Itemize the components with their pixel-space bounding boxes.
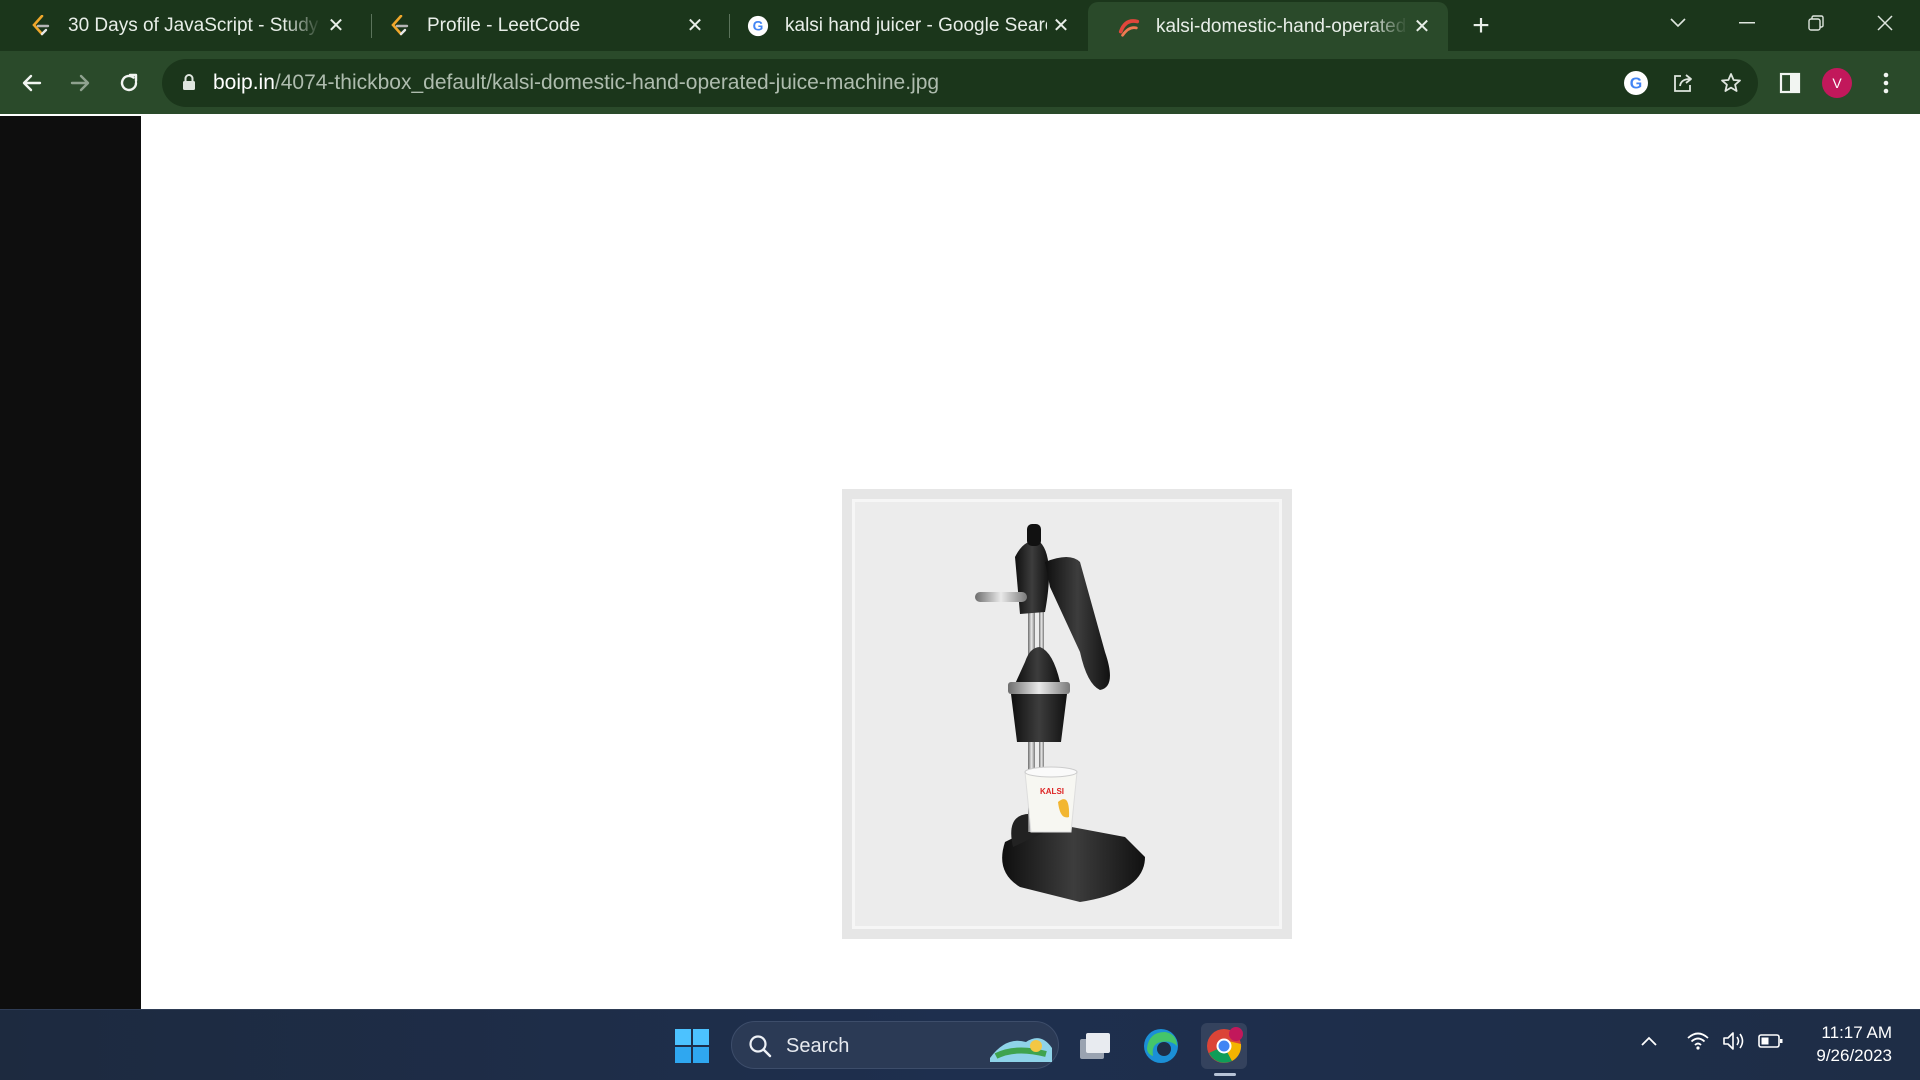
show-hidden-icons-button[interactable] <box>1640 1034 1658 1052</box>
chevron-down-icon <box>1670 18 1686 28</box>
url-path: /4074-thickbox_default/kalsi-domestic-ha… <box>274 71 940 94</box>
close-icon[interactable]: ✕ <box>1408 13 1436 41</box>
leetcode-icon <box>389 14 411 37</box>
new-tab-button[interactable]: + <box>1464 9 1498 43</box>
volume-icon <box>1723 1032 1744 1050</box>
close-icon <box>1877 15 1893 31</box>
star-icon <box>1721 73 1741 92</box>
task-view-icon <box>1080 1033 1110 1059</box>
juicer-illustration: KALSI <box>975 524 1145 902</box>
forward-button[interactable] <box>62 65 98 101</box>
avatar-initial: V <box>1832 75 1842 91</box>
product-image[interactable]: KALSI <box>842 489 1292 939</box>
url-host: boip.in <box>213 71 275 94</box>
profile-button[interactable]: V <box>1819 65 1855 101</box>
lock-icon[interactable] <box>182 73 196 96</box>
edge-icon <box>1144 1029 1178 1063</box>
tab-title: kalsi-domestic-hand-operated-juice-machi… <box>1156 15 1408 37</box>
google-icon: G <box>747 15 769 37</box>
page-content: KALSI <box>0 116 1920 1009</box>
share-icon <box>1674 74 1692 92</box>
active-app-indicator <box>1214 1073 1236 1076</box>
clock-time: 11:17 AM <box>1821 1023 1892 1042</box>
address-bar[interactable]: boip.in/4074-thickbox_default/kalsi-dome… <box>162 59 1758 107</box>
search-icon <box>749 1035 772 1058</box>
close-window-button[interactable] <box>1851 0 1919 46</box>
browser-toolbar: boip.in/4074-thickbox_default/kalsi-dome… <box>0 51 1920 167</box>
search-label: Search <box>786 1035 850 1057</box>
close-icon[interactable]: ✕ <box>1047 12 1075 40</box>
chevron-up-icon <box>1641 1036 1657 1046</box>
svg-text:G: G <box>1630 76 1642 93</box>
taskbar: Search 11:17 AM 9/26/2023 <box>0 1009 1920 1080</box>
google-lens-button[interactable]: G <box>1618 65 1654 101</box>
battery-button[interactable] <box>1758 1033 1784 1054</box>
tab-title: Profile - LeetCode <box>427 14 581 36</box>
tab-title: 30 Days of JavaScript - Study Plan <box>68 14 322 36</box>
tab-leetcode-profile[interactable]: Profile - LeetCode ✕ <box>359 0 721 51</box>
chrome-icon <box>1207 1027 1243 1063</box>
battery-icon <box>1758 1034 1783 1048</box>
volume-button[interactable] <box>1722 1031 1748 1056</box>
url-text[interactable]: boip.in/4074-thickbox_default/kalsi-dome… <box>213 71 939 95</box>
windows-icon <box>675 1029 709 1063</box>
arrow-right-icon <box>70 74 90 92</box>
edge-button[interactable] <box>1138 1023 1184 1069</box>
taskbar-clock[interactable]: 11:17 AM 9/26/2023 <box>1800 1021 1892 1067</box>
reload-icon <box>120 73 138 92</box>
cup-label: KALSI <box>1040 787 1064 796</box>
minimize-icon <box>1739 22 1755 24</box>
wifi-icon <box>1687 1032 1709 1050</box>
back-button[interactable] <box>14 65 50 101</box>
wifi-button[interactable] <box>1686 1031 1710 1056</box>
chrome-button[interactable] <box>1201 1023 1247 1076</box>
leetcode-icon <box>30 14 52 37</box>
tab-search-button[interactable] <box>1644 0 1712 46</box>
close-icon[interactable]: ✕ <box>322 12 350 40</box>
start-button[interactable] <box>669 1023 715 1069</box>
search-highlight-icon <box>990 1038 1052 1062</box>
svg-text:G: G <box>753 18 764 33</box>
tab-strip: 30 Days of JavaScript - Study Plan ✕ Pro… <box>0 0 1920 51</box>
reload-button[interactable] <box>111 65 147 101</box>
side-panel-icon <box>1779 72 1801 94</box>
side-panel-button[interactable] <box>1772 65 1808 101</box>
task-view-button[interactable] <box>1072 1023 1118 1069</box>
boip-icon <box>1118 16 1140 38</box>
google-icon: G <box>1624 71 1648 95</box>
minimize-button[interactable] <box>1713 0 1781 46</box>
share-button[interactable] <box>1665 65 1701 101</box>
tab-juicer-image[interactable]: kalsi-domestic-hand-operated-juice-machi… <box>1088 2 1448 51</box>
image-background: KALSI <box>852 499 1282 929</box>
menu-button[interactable] <box>1868 65 1904 101</box>
close-icon[interactable]: ✕ <box>681 12 709 40</box>
restore-button[interactable] <box>1782 0 1850 46</box>
arrow-left-icon <box>22 74 42 92</box>
kebab-menu-icon <box>1883 72 1889 94</box>
tab-title: kalsi hand juicer - Google Search <box>785 14 1047 36</box>
dark-margin <box>0 116 141 1009</box>
tab-google-search[interactable]: G kalsi hand juicer - Google Search ✕ <box>717 0 1087 51</box>
bookmark-button[interactable] <box>1713 65 1749 101</box>
tab-30-days-javascript[interactable]: 30 Days of JavaScript - Study Plan ✕ <box>0 0 362 51</box>
taskbar-search[interactable]: Search <box>731 1021 1059 1069</box>
clock-date: 9/26/2023 <box>1816 1046 1892 1065</box>
restore-icon <box>1808 15 1824 31</box>
